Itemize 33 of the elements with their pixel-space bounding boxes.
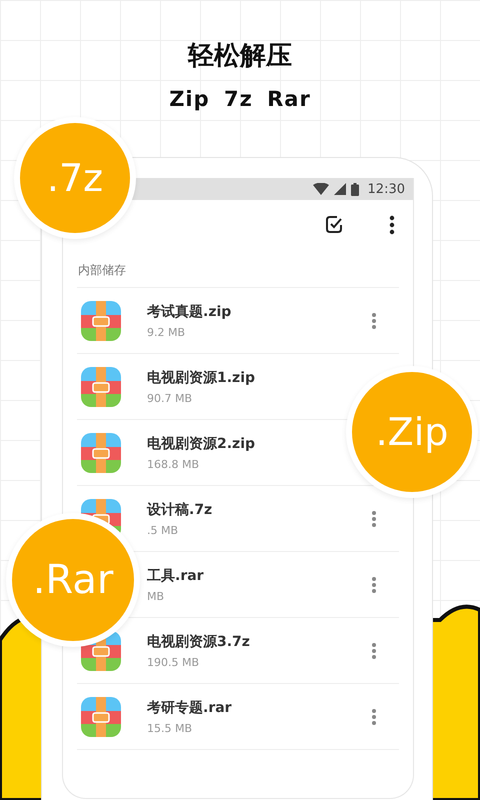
archive-icon <box>81 432 121 472</box>
status-time: 12:30 <box>368 182 405 196</box>
battery-icon <box>350 182 359 196</box>
more-options-icon[interactable] <box>371 576 377 594</box>
archive-icon <box>81 300 121 340</box>
file-size: 190.5 MB <box>147 656 200 668</box>
section-label: 内部储存 <box>77 262 127 279</box>
file-name: 电视剧资源2.zip <box>147 434 256 452</box>
file-name: 电视剧资源1.zip <box>147 368 256 386</box>
archive-icon <box>81 366 121 406</box>
file-size: 90.7 MB <box>147 392 194 404</box>
format-badge: .7z <box>14 117 136 239</box>
file-size: 9.2 MB <box>147 326 186 338</box>
file-size: .5 MB <box>147 524 180 536</box>
archive-icon <box>81 696 121 736</box>
more-options-icon[interactable] <box>371 642 377 660</box>
file-size: MB <box>147 590 166 602</box>
more-options-icon[interactable] <box>371 510 377 528</box>
more-menu-icon[interactable] <box>389 215 395 235</box>
subheadline: Zip 7z Rar <box>169 87 311 111</box>
file-name: 考试真题.zip <box>147 302 232 320</box>
wifi-icon <box>312 183 329 195</box>
file-size: 168.8 MB <box>147 458 200 470</box>
file-name: 工具.rar <box>147 566 205 584</box>
file-name: 电视剧资源3.7z <box>147 632 251 650</box>
headline: 轻松解压 <box>188 40 292 73</box>
file-name: 设计稿.7z <box>147 500 214 518</box>
signal-icon <box>334 183 346 195</box>
more-options-icon[interactable] <box>371 708 377 726</box>
select-check-icon[interactable] <box>325 215 345 235</box>
more-options-icon[interactable] <box>371 312 377 330</box>
file-name: 考研专题.rar <box>147 698 233 716</box>
file-size: 15.5 MB <box>147 722 194 734</box>
